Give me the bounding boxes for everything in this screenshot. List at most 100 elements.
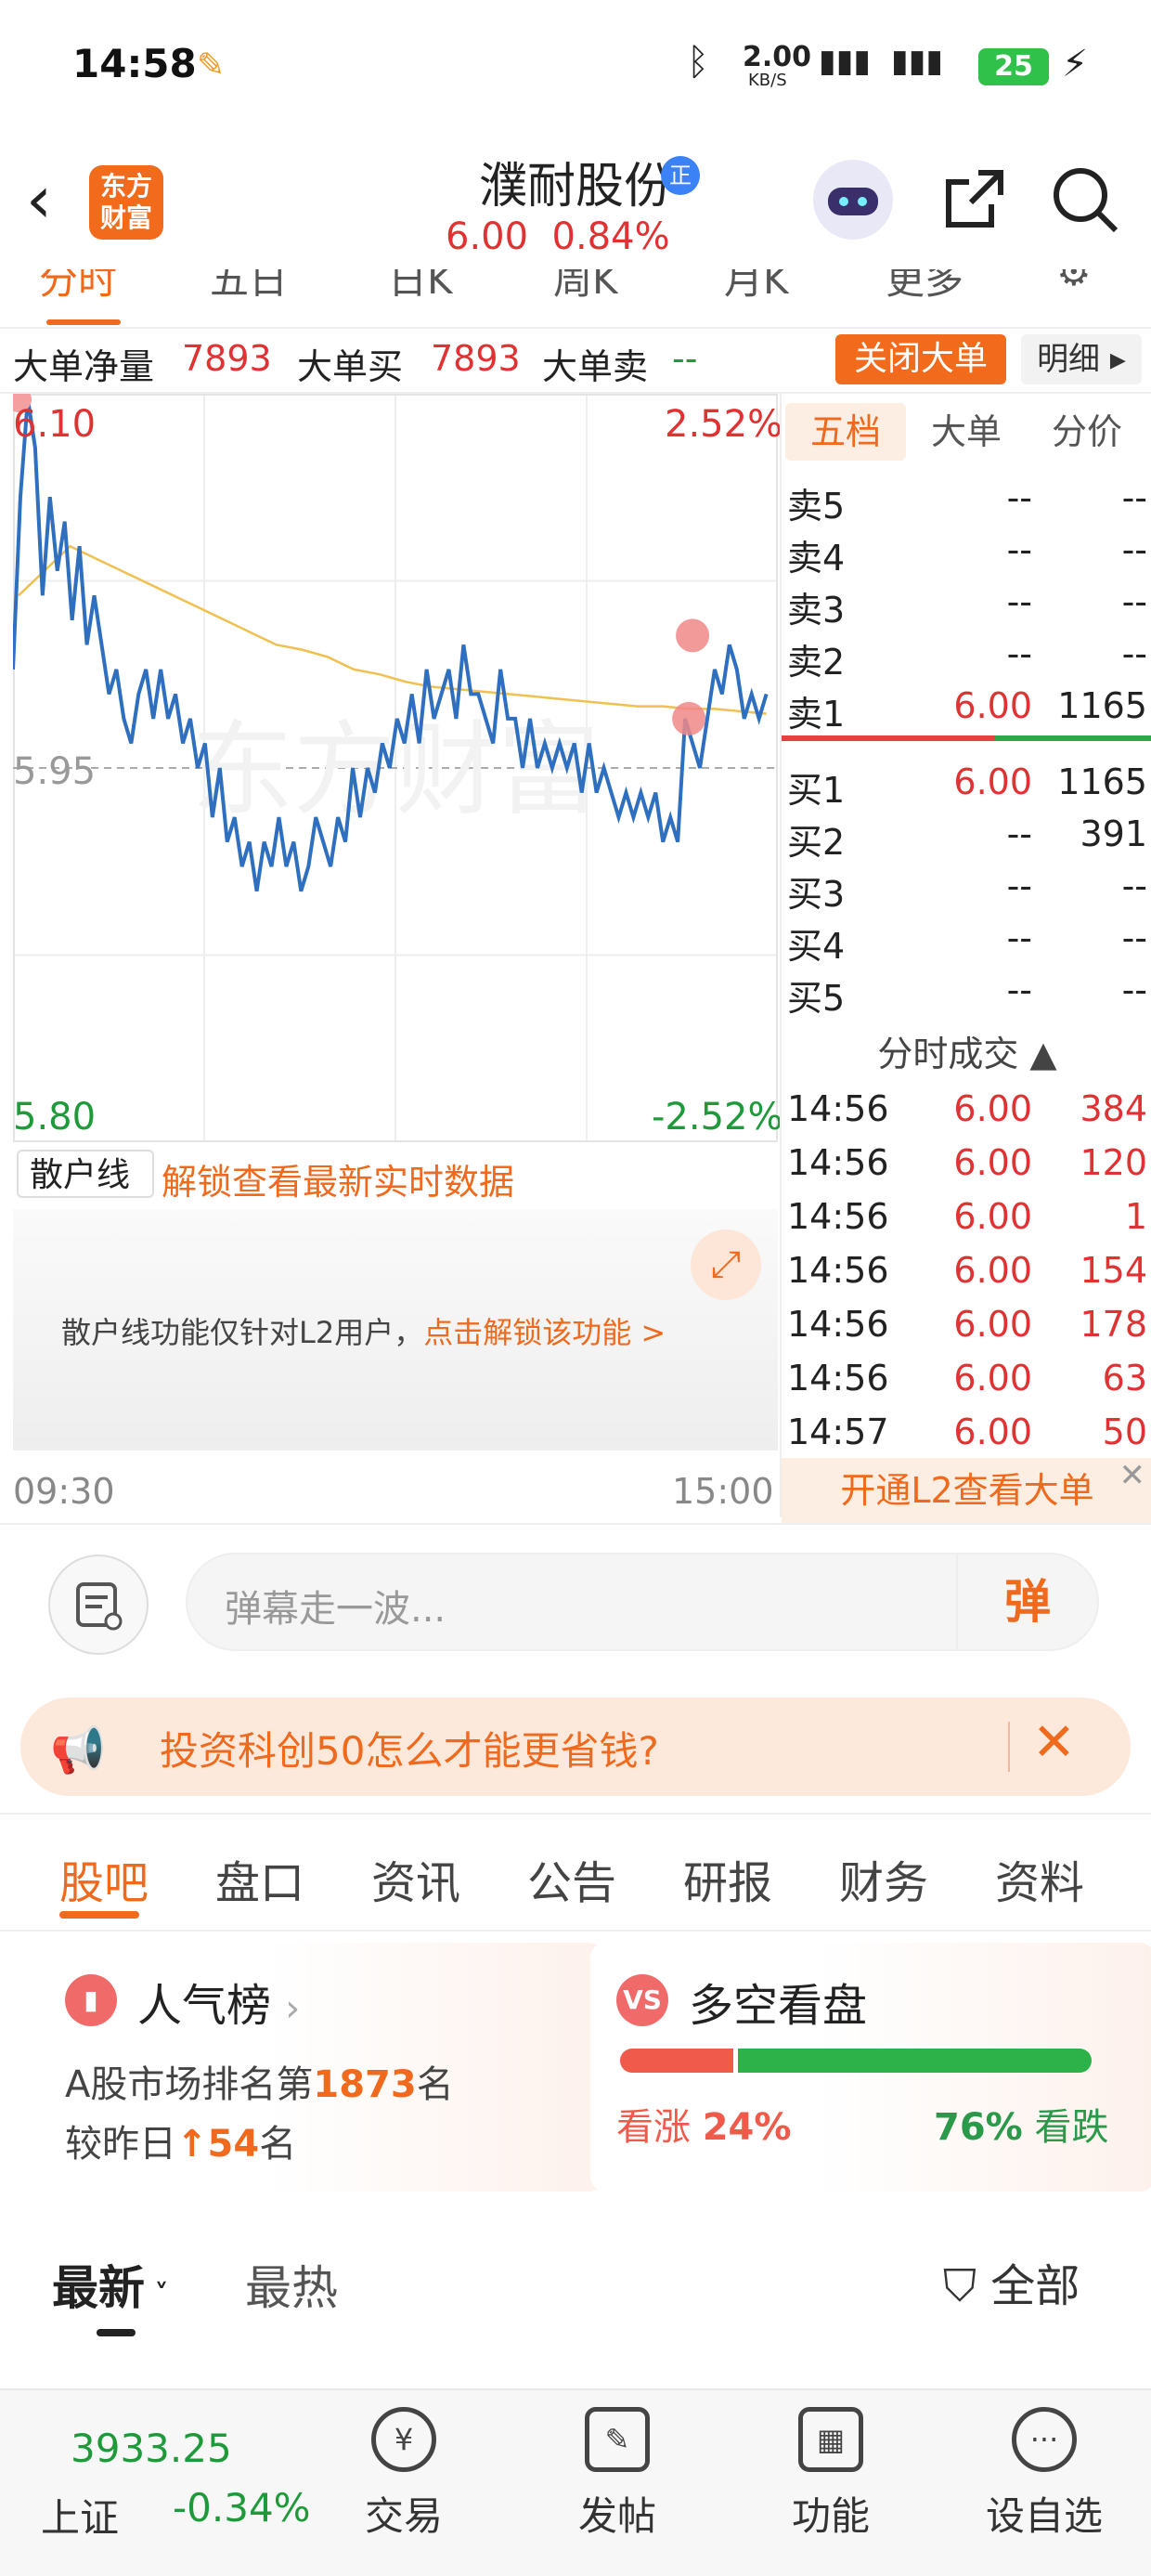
chart-settings-icon[interactable]: ⚙ xyxy=(1056,269,1092,294)
bid-volume: 1165 xyxy=(1057,761,1147,802)
ask-label: 卖2 xyxy=(787,642,846,683)
bid-volume: 391 xyxy=(1080,813,1147,854)
logo-line-2: 财富 xyxy=(99,202,152,233)
nav-trade[interactable]: ¥ 交易 xyxy=(334,2407,473,2542)
tab-news[interactable]: 资讯 xyxy=(371,1846,460,1911)
nav-functions-label: 功能 xyxy=(791,2493,870,2539)
app-logo[interactable]: 东方 财富 xyxy=(89,165,163,240)
tab-five-level[interactable]: 五档 xyxy=(785,403,906,461)
big-order-marker xyxy=(676,618,710,653)
tab-big-order[interactable]: 大单 xyxy=(906,403,1027,461)
trade-row: 14:56 6.00 154 xyxy=(782,1246,1151,1300)
bid-volume: -- xyxy=(1121,865,1147,906)
ask-price: -- xyxy=(1006,581,1032,622)
ask-label: 卖4 xyxy=(787,538,846,579)
bull-stat[interactable]: 看涨 24% xyxy=(616,2097,791,2151)
retail-line-selector[interactable]: 散户线 ▾ xyxy=(17,1150,154,1242)
tab-more[interactable]: 更多 xyxy=(886,269,963,306)
l2-upgrade-banner[interactable]: 开通L2查看大单 ✕ xyxy=(782,1457,1151,1523)
filter-all[interactable]: ⛉ 全部 xyxy=(943,2249,1080,2314)
nav-watchlist[interactable]: ··· 设自选 xyxy=(975,2407,1114,2542)
trade-volume: 63 xyxy=(1102,1358,1147,1399)
tab-5day[interactable]: 五日 xyxy=(210,269,288,306)
nav-post[interactable]: ✎ 发帖 xyxy=(548,2407,687,2542)
nav-functions[interactable]: ▦ 功能 xyxy=(761,2407,900,2542)
rank-suffix: 名 xyxy=(416,2063,454,2106)
detail-button[interactable]: 明细 ▸ xyxy=(1021,334,1142,384)
l2-banner-text: 开通L2查看大单 xyxy=(840,1470,1094,1511)
back-icon[interactable]: ‹ xyxy=(26,167,52,232)
trade-row: 14:56 6.00 1 xyxy=(782,1192,1151,1246)
share-icon[interactable] xyxy=(941,167,1003,228)
intraday-chart[interactable]: 东方财富 6.10 2.52% 5.95 5.80 -2.52% xyxy=(13,394,783,1142)
big-sell-value: -- xyxy=(672,338,698,379)
trade-price: 6.00 xyxy=(953,1142,1032,1183)
sentiment-card[interactable]: VS 多空看盘 看涨 24% 76% 看跌 xyxy=(590,1943,1151,2192)
time-start: 09:30 xyxy=(13,1471,115,1512)
tab-weekly[interactable]: 周K xyxy=(553,269,618,306)
tab-research[interactable]: 研报 xyxy=(683,1846,772,1911)
trade-price: 6.00 xyxy=(953,1358,1032,1399)
bid-row: 买2 -- 391 xyxy=(782,808,1151,863)
signal-5g-icon: ▮▮▮ xyxy=(819,43,872,80)
price-change: 0.84% xyxy=(551,215,670,258)
unlock-realtime-link[interactable]: 解锁查看最新实时数据 xyxy=(162,1153,514,1204)
trade-price: 6.00 xyxy=(953,1088,1032,1129)
market-rank: A股市场排名第1873名 xyxy=(65,2054,454,2108)
tab-finance[interactable]: 财务 xyxy=(839,1846,928,1911)
bear-pct: 76% xyxy=(934,2106,1023,2149)
trade-time: 14:57 xyxy=(787,1412,889,1452)
bid-label: 买2 xyxy=(787,822,846,863)
bid-price: 6.00 xyxy=(953,761,1032,802)
index-change: -0.34% xyxy=(173,2485,311,2530)
trade-time: 14:56 xyxy=(787,1250,889,1291)
nav-post-label: 发帖 xyxy=(577,2493,656,2539)
rank-value: 1873 xyxy=(313,2063,417,2106)
trade-time: 14:56 xyxy=(787,1358,889,1399)
retail-lock-message: 散户线功能仅针对L2用户，点击解锁该功能 > xyxy=(61,1309,666,1352)
popularity-chart-icon: ▮ xyxy=(65,1974,117,2026)
promo-text[interactable]: 投资科创50怎么才能更省钱? xyxy=(160,1720,659,1776)
tab-intraday[interactable]: 分时 xyxy=(39,269,117,306)
big-buy-value: 7893 xyxy=(431,338,521,379)
tab-forum[interactable]: 股吧 xyxy=(59,1846,149,1911)
active-tab-underline xyxy=(46,319,121,325)
trades-title[interactable]: 分时成交 ▲ xyxy=(782,1025,1151,1076)
tab-profile[interactable]: 资料 xyxy=(995,1846,1084,1911)
index-name: 上证 xyxy=(41,2495,120,2541)
net-volume-value: 7893 xyxy=(182,338,272,379)
tab-latest[interactable]: 最新 ˅ xyxy=(52,2251,168,2318)
net-volume-label: 大单净量 xyxy=(13,346,155,387)
edit-icon: ✎ xyxy=(585,2407,650,2472)
ask-price: -- xyxy=(1006,633,1032,674)
search-icon[interactable] xyxy=(1051,165,1121,240)
close-banner-icon[interactable]: ✕ xyxy=(1119,1443,1146,1508)
bear-stat[interactable]: 76% 看跌 xyxy=(934,2097,1108,2151)
bull-label: 看涨 xyxy=(616,2106,691,2149)
tab-quote[interactable]: 盘口 xyxy=(215,1846,304,1911)
battery-level: 25 xyxy=(994,50,1033,83)
close-promo-icon[interactable]: ✕ xyxy=(1032,1712,1076,1773)
danmu-send-button[interactable]: 弹 xyxy=(956,1555,1097,1649)
popularity-title-text: 人气榜 xyxy=(137,1980,272,2032)
promo-banner[interactable]: 📢 投资科创50怎么才能更省钱? ✕ xyxy=(20,1698,1131,1796)
unlock-feature-link[interactable]: 点击解锁该功能 > xyxy=(423,1315,666,1350)
bottom-nav: 3933.25 上证 -0.34% ¥ 交易 ✎ 发帖 ▦ 功能 ··· 设自选 xyxy=(0,2388,1151,2576)
tab-hot[interactable]: 最热 xyxy=(245,2251,338,2318)
chart-high-label: 6.10 xyxy=(13,403,97,446)
charging-icon: ⚡ xyxy=(1062,43,1089,85)
close-big-order-button[interactable]: 关闭大单 xyxy=(835,334,1006,384)
danmu-settings-icon[interactable] xyxy=(48,1555,149,1655)
tab-monthly[interactable]: 月K xyxy=(724,269,789,306)
tab-daily[interactable]: 日K xyxy=(388,269,453,306)
popularity-card[interactable]: ▮ 人气榜 › A股市场排名第1873名 较昨日↑54名 xyxy=(39,1943,603,2192)
trade-time: 14:56 xyxy=(787,1142,889,1183)
signal-5g-icon-2: ▮▮▮ xyxy=(891,43,944,80)
chart-low-pct: -2.52% xyxy=(652,1096,783,1138)
tab-price-split[interactable]: 分价 xyxy=(1027,403,1147,461)
tab-announcements[interactable]: 公告 xyxy=(527,1846,616,1911)
danmu-placeholder: 弹幕走一波... xyxy=(225,1588,446,1631)
expand-icon[interactable]: ⤢ xyxy=(691,1229,761,1300)
assistant-avatar[interactable] xyxy=(813,160,893,240)
danmu-input[interactable]: 弹幕走一波... 弹 xyxy=(186,1553,1099,1651)
